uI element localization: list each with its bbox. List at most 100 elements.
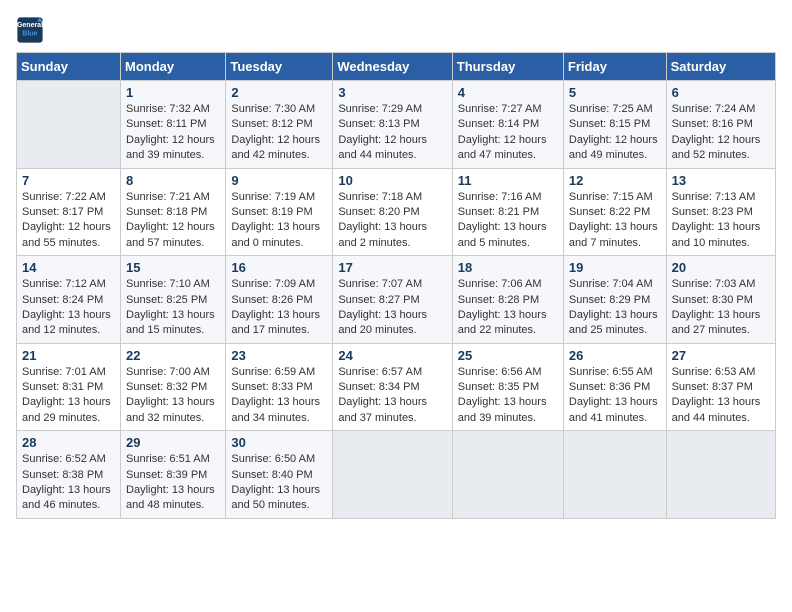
calendar-cell: 26 Sunrise: 6:55 AM Sunset: 8:36 PM Dayl… xyxy=(563,343,666,431)
day-info: Sunrise: 7:27 AM Sunset: 8:14 PM Dayligh… xyxy=(458,102,558,164)
svg-text:General: General xyxy=(17,22,43,29)
daylight-text: Daylight: 13 hours and 48 minutes. xyxy=(126,484,215,511)
day-of-week-header: Wednesday xyxy=(333,53,452,81)
sunset-text: Sunset: 8:34 PM xyxy=(338,381,419,393)
daylight-text: Daylight: 12 hours and 55 minutes. xyxy=(22,221,111,248)
daylight-text: Daylight: 13 hours and 46 minutes. xyxy=(22,484,111,511)
sunset-text: Sunset: 8:30 PM xyxy=(672,294,753,306)
day-info: Sunrise: 7:25 AM Sunset: 8:15 PM Dayligh… xyxy=(569,102,661,164)
calendar-cell: 13 Sunrise: 7:13 AM Sunset: 8:23 PM Dayl… xyxy=(666,168,775,256)
sunrise-text: Sunrise: 7:03 AM xyxy=(672,278,756,290)
sunrise-text: Sunrise: 7:21 AM xyxy=(126,191,210,203)
calendar-cell: 25 Sunrise: 6:56 AM Sunset: 8:35 PM Dayl… xyxy=(452,343,563,431)
calendar-cell: 1 Sunrise: 7:32 AM Sunset: 8:11 PM Dayli… xyxy=(121,81,226,169)
daylight-text: Daylight: 12 hours and 49 minutes. xyxy=(569,134,658,161)
sunrise-text: Sunrise: 7:24 AM xyxy=(672,103,756,115)
day-info: Sunrise: 6:57 AM Sunset: 8:34 PM Dayligh… xyxy=(338,365,446,427)
daylight-text: Daylight: 13 hours and 12 minutes. xyxy=(22,309,111,336)
sunrise-text: Sunrise: 7:18 AM xyxy=(338,191,422,203)
calendar-cell: 30 Sunrise: 6:50 AM Sunset: 8:40 PM Dayl… xyxy=(226,431,333,519)
day-info: Sunrise: 7:21 AM Sunset: 8:18 PM Dayligh… xyxy=(126,190,220,252)
day-info: Sunrise: 7:04 AM Sunset: 8:29 PM Dayligh… xyxy=(569,277,661,339)
logo: General Blue xyxy=(16,16,48,44)
calendar-cell: 16 Sunrise: 7:09 AM Sunset: 8:26 PM Dayl… xyxy=(226,256,333,344)
daylight-text: Daylight: 12 hours and 47 minutes. xyxy=(458,134,547,161)
daylight-text: Daylight: 13 hours and 34 minutes. xyxy=(231,396,320,423)
sunrise-text: Sunrise: 6:56 AM xyxy=(458,366,542,378)
day-info: Sunrise: 7:12 AM Sunset: 8:24 PM Dayligh… xyxy=(22,277,115,339)
day-info: Sunrise: 7:13 AM Sunset: 8:23 PM Dayligh… xyxy=(672,190,770,252)
day-info: Sunrise: 7:10 AM Sunset: 8:25 PM Dayligh… xyxy=(126,277,220,339)
sunset-text: Sunset: 8:28 PM xyxy=(458,294,539,306)
day-number: 16 xyxy=(231,260,327,275)
calendar-cell xyxy=(666,431,775,519)
sunset-text: Sunset: 8:25 PM xyxy=(126,294,207,306)
sunrise-text: Sunrise: 7:13 AM xyxy=(672,191,756,203)
sunset-text: Sunset: 8:24 PM xyxy=(22,294,103,306)
day-number: 2 xyxy=(231,85,327,100)
sunrise-text: Sunrise: 7:00 AM xyxy=(126,366,210,378)
day-of-week-header: Sunday xyxy=(17,53,121,81)
calendar-cell: 2 Sunrise: 7:30 AM Sunset: 8:12 PM Dayli… xyxy=(226,81,333,169)
daylight-text: Daylight: 13 hours and 17 minutes. xyxy=(231,309,320,336)
day-number: 3 xyxy=(338,85,446,100)
sunrise-text: Sunrise: 7:22 AM xyxy=(22,191,106,203)
day-number: 22 xyxy=(126,348,220,363)
calendar-cell: 21 Sunrise: 7:01 AM Sunset: 8:31 PM Dayl… xyxy=(17,343,121,431)
day-info: Sunrise: 6:51 AM Sunset: 8:39 PM Dayligh… xyxy=(126,452,220,514)
calendar-cell: 14 Sunrise: 7:12 AM Sunset: 8:24 PM Dayl… xyxy=(17,256,121,344)
calendar-cell: 24 Sunrise: 6:57 AM Sunset: 8:34 PM Dayl… xyxy=(333,343,452,431)
day-info: Sunrise: 7:01 AM Sunset: 8:31 PM Dayligh… xyxy=(22,365,115,427)
sunset-text: Sunset: 8:12 PM xyxy=(231,118,312,130)
calendar-cell: 4 Sunrise: 7:27 AM Sunset: 8:14 PM Dayli… xyxy=(452,81,563,169)
day-of-week-header: Tuesday xyxy=(226,53,333,81)
sunset-text: Sunset: 8:23 PM xyxy=(672,206,753,218)
calendar-week-row: 14 Sunrise: 7:12 AM Sunset: 8:24 PM Dayl… xyxy=(17,256,776,344)
header-row: SundayMondayTuesdayWednesdayThursdayFrid… xyxy=(17,53,776,81)
day-info: Sunrise: 6:52 AM Sunset: 8:38 PM Dayligh… xyxy=(22,452,115,514)
sunrise-text: Sunrise: 7:04 AM xyxy=(569,278,653,290)
calendar-cell: 3 Sunrise: 7:29 AM Sunset: 8:13 PM Dayli… xyxy=(333,81,452,169)
sunrise-text: Sunrise: 7:09 AM xyxy=(231,278,315,290)
day-number: 26 xyxy=(569,348,661,363)
day-info: Sunrise: 6:53 AM Sunset: 8:37 PM Dayligh… xyxy=(672,365,770,427)
calendar-week-row: 7 Sunrise: 7:22 AM Sunset: 8:17 PM Dayli… xyxy=(17,168,776,256)
sunrise-text: Sunrise: 7:12 AM xyxy=(22,278,106,290)
logo-icon: General Blue xyxy=(16,16,44,44)
page-header: General Blue xyxy=(16,16,776,44)
sunrise-text: Sunrise: 7:07 AM xyxy=(338,278,422,290)
day-info: Sunrise: 7:03 AM Sunset: 8:30 PM Dayligh… xyxy=(672,277,770,339)
sunset-text: Sunset: 8:17 PM xyxy=(22,206,103,218)
sunrise-text: Sunrise: 7:29 AM xyxy=(338,103,422,115)
day-number: 27 xyxy=(672,348,770,363)
day-number: 6 xyxy=(672,85,770,100)
sunset-text: Sunset: 8:15 PM xyxy=(569,118,650,130)
daylight-text: Daylight: 13 hours and 41 minutes. xyxy=(569,396,658,423)
daylight-text: Daylight: 13 hours and 44 minutes. xyxy=(672,396,761,423)
day-info: Sunrise: 6:56 AM Sunset: 8:35 PM Dayligh… xyxy=(458,365,558,427)
calendar-cell: 28 Sunrise: 6:52 AM Sunset: 8:38 PM Dayl… xyxy=(17,431,121,519)
day-number: 23 xyxy=(231,348,327,363)
daylight-text: Daylight: 13 hours and 7 minutes. xyxy=(569,221,658,248)
calendar-cell: 11 Sunrise: 7:16 AM Sunset: 8:21 PM Dayl… xyxy=(452,168,563,256)
sunset-text: Sunset: 8:38 PM xyxy=(22,469,103,481)
calendar-cell: 10 Sunrise: 7:18 AM Sunset: 8:20 PM Dayl… xyxy=(333,168,452,256)
calendar-cell: 5 Sunrise: 7:25 AM Sunset: 8:15 PM Dayli… xyxy=(563,81,666,169)
day-number: 28 xyxy=(22,435,115,450)
day-info: Sunrise: 7:00 AM Sunset: 8:32 PM Dayligh… xyxy=(126,365,220,427)
sunset-text: Sunset: 8:36 PM xyxy=(569,381,650,393)
daylight-text: Daylight: 13 hours and 37 minutes. xyxy=(338,396,427,423)
day-info: Sunrise: 6:59 AM Sunset: 8:33 PM Dayligh… xyxy=(231,365,327,427)
calendar-cell xyxy=(563,431,666,519)
day-info: Sunrise: 6:50 AM Sunset: 8:40 PM Dayligh… xyxy=(231,452,327,514)
calendar-cell xyxy=(333,431,452,519)
calendar-cell: 9 Sunrise: 7:19 AM Sunset: 8:19 PM Dayli… xyxy=(226,168,333,256)
day-number: 29 xyxy=(126,435,220,450)
sunset-text: Sunset: 8:16 PM xyxy=(672,118,753,130)
sunrise-text: Sunrise: 7:10 AM xyxy=(126,278,210,290)
calendar-cell: 19 Sunrise: 7:04 AM Sunset: 8:29 PM Dayl… xyxy=(563,256,666,344)
calendar-week-row: 21 Sunrise: 7:01 AM Sunset: 8:31 PM Dayl… xyxy=(17,343,776,431)
sunset-text: Sunset: 8:27 PM xyxy=(338,294,419,306)
sunrise-text: Sunrise: 7:06 AM xyxy=(458,278,542,290)
sunrise-text: Sunrise: 7:32 AM xyxy=(126,103,210,115)
